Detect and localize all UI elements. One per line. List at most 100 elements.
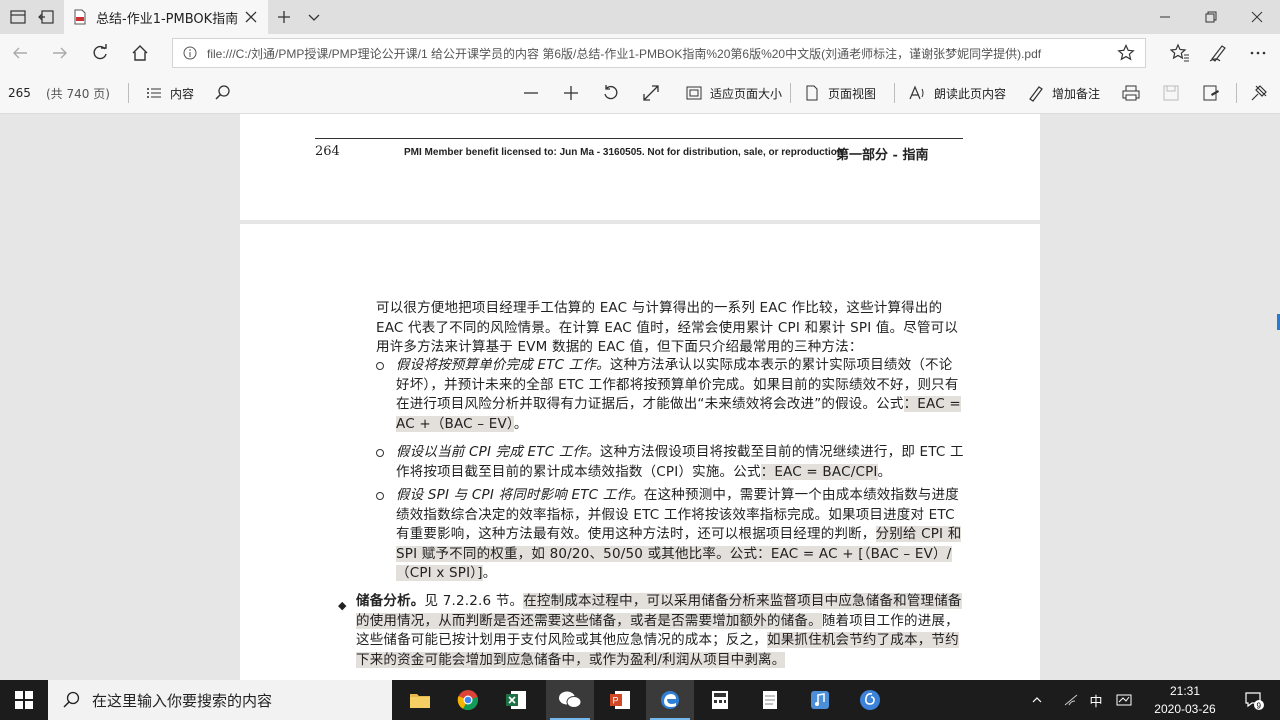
page-view-icon <box>802 83 822 103</box>
bullet-item-budget-rate: 假设将按预算单价完成 ETC 工作。这种方法承认以实际成本表示的累计实际项目绩效… <box>376 356 964 434</box>
bullet-item-spi-cpi: 假设 SPI 与 CPI 将同时影响 ETC 工作。在这种预测中，需要计算一个由… <box>376 486 964 584</box>
fit-page-icon <box>684 83 704 103</box>
page-number-input[interactable]: 265 <box>8 72 31 114</box>
divider <box>128 83 129 103</box>
taskbar: 在这里输入你要搜索的内容 P 中 21:31 2020-03-26 9 <box>0 680 1280 720</box>
edge-icon[interactable] <box>646 680 694 720</box>
title-bar: 总结-作业1-PMBOK指南 <box>0 0 1280 34</box>
pdf-page-current: 可以很方便地把项目经理手工估算的 EAC 与计算得出的一系列 EAC 作比较，这… <box>240 224 1040 680</box>
clock[interactable]: 21:31 2020-03-26 <box>1140 682 1230 718</box>
reserve-ref: 见 7.2.2.6 节。 <box>424 593 524 609</box>
zoom-out-icon[interactable] <box>522 72 540 114</box>
close-window-button[interactable] <box>1234 0 1280 34</box>
bullet-heading: 假设 SPI 与 CPI 将同时影响 ETC 工作。 <box>396 487 644 503</box>
network-icon[interactable] <box>1060 680 1082 720</box>
pdf-viewer[interactable]: 264 PMI Member benefit licensed to: Jun … <box>0 114 1280 680</box>
contents-button[interactable]: 内容 <box>144 72 194 114</box>
forward-icon[interactable] <box>48 41 72 65</box>
read-aloud-label: 朗读此页内容 <box>934 86 1007 101</box>
home-icon[interactable] <box>128 41 152 65</box>
list-icon <box>144 83 164 103</box>
address-bar: file:///C:/刘通/PMP授课/PMP理论公开课/1 给公开课学员的内容… <box>0 34 1280 72</box>
contents-label: 内容 <box>170 86 195 101</box>
part-title: 第一部分 - 指南 <box>836 148 929 163</box>
calculator-icon[interactable] <box>696 680 744 720</box>
bullet-end: 。 <box>482 565 497 581</box>
page-view-label: 页面视图 <box>828 86 877 101</box>
notifications-icon[interactable]: 9 <box>1234 680 1274 720</box>
refresh-icon[interactable] <box>88 41 112 65</box>
pdf-toolbar: 265 (共 740 页) 内容 适应页面大小 页面视图 朗读此页内容 增加备注 <box>0 72 1280 114</box>
formula-highlight: ：EAC = BAC/CPI <box>760 463 878 480</box>
bullet-circle-icon <box>376 449 384 457</box>
pdf-reader-icon[interactable]: P <box>596 680 644 720</box>
reserve-analysis-item: ◆ 储备分析。见 7.2.2.6 节。在控制成本过程中，可以采用储备分析来监督项… <box>338 592 964 670</box>
diamond-bullet-icon: ◆ <box>338 599 347 612</box>
tab-preview-chevron-icon[interactable] <box>304 7 324 27</box>
back-icon[interactable] <box>8 41 32 65</box>
ime-indicator[interactable]: 中 <box>1084 680 1108 720</box>
favorite-star-icon[interactable] <box>1117 44 1135 62</box>
bullet-circle-icon <box>376 362 384 370</box>
search-placeholder: 在这里输入你要搜索的内容 <box>92 691 273 710</box>
pen-icon <box>1026 83 1046 103</box>
read-aloud-icon <box>908 83 928 103</box>
bullet-item-current-cpi: 假设以当前 CPI 完成 ETC 工作。这种方法假设项目将按截至目前的情况继续进… <box>376 443 964 482</box>
search-icon[interactable] <box>214 72 232 114</box>
header-rule <box>315 138 963 139</box>
file-explorer-icon[interactable] <box>396 680 444 720</box>
save-as-icon[interactable] <box>1202 72 1220 114</box>
action-center-app-icon[interactable] <box>1112 680 1136 720</box>
music-app-icon[interactable] <box>796 680 844 720</box>
fullscreen-icon[interactable] <box>642 72 660 114</box>
bullet-heading: 假设以当前 CPI 完成 ETC 工作。 <box>396 444 600 460</box>
add-note-button[interactable]: 增加备注 <box>1026 72 1100 114</box>
show-hidden-icons-icon[interactable] <box>1026 680 1048 720</box>
clock-date: 2020-03-26 <box>1154 702 1216 716</box>
set-tabs-aside-icon[interactable] <box>36 7 56 27</box>
taskbar-search[interactable]: 在这里输入你要搜索的内容 <box>48 680 392 720</box>
notepad-icon[interactable] <box>746 680 794 720</box>
chrome-icon[interactable] <box>444 680 492 720</box>
bullet-end: 。 <box>513 415 528 432</box>
search-icon <box>62 691 80 709</box>
print-icon[interactable] <box>1122 72 1140 114</box>
read-aloud-button[interactable]: 朗读此页内容 <box>908 72 1006 114</box>
save-icon[interactable] <box>1162 72 1180 114</box>
pen-notes-icon[interactable] <box>1206 41 1230 65</box>
new-tab-icon[interactable] <box>274 7 294 27</box>
excel-icon[interactable] <box>492 680 540 720</box>
page-view-button[interactable]: 页面视图 <box>802 72 876 114</box>
fit-page-button[interactable]: 适应页面大小 <box>684 72 782 114</box>
windows-start-icon[interactable] <box>0 680 48 720</box>
url-text: file:///C:/刘通/PMP授课/PMP理论公开课/1 给公开课学员的内容… <box>207 46 1042 61</box>
minimize-button[interactable] <box>1142 0 1188 34</box>
more-icon[interactable] <box>1246 41 1270 65</box>
total-pages: (共 740 页) <box>46 86 110 101</box>
tab-title: 总结-作业1-PMBOK指南 <box>96 11 239 27</box>
bullet-end: 。 <box>877 463 892 480</box>
netease-music-icon[interactable] <box>846 680 894 720</box>
license-notice: PMI Member benefit licensed to: Jun Ma -… <box>404 147 846 158</box>
wechat-icon[interactable] <box>546 680 594 720</box>
svg-text:P: P <box>613 696 619 706</box>
tab-pdf[interactable]: 总结-作业1-PMBOK指南 <box>64 0 268 34</box>
url-field[interactable]: file:///C:/刘通/PMP授课/PMP理论公开课/1 给公开课学员的内容… <box>172 38 1146 68</box>
fit-page-label: 适应页面大小 <box>710 86 783 101</box>
close-tab-icon[interactable] <box>244 10 258 24</box>
divider <box>1236 83 1237 103</box>
rotate-icon[interactable] <box>602 72 620 114</box>
pin-toolbar-icon[interactable] <box>1250 72 1268 114</box>
reserve-title: 储备分析。 <box>356 593 425 609</box>
restore-button[interactable] <box>1188 0 1234 34</box>
divider <box>790 83 791 103</box>
bullet-heading: 假设将按预算单价完成 ETC 工作。 <box>396 357 610 373</box>
info-icon[interactable] <box>183 46 197 60</box>
zoom-in-icon[interactable] <box>562 72 580 114</box>
page-number-label: 264 <box>315 144 340 159</box>
divider <box>894 83 895 103</box>
bullet-circle-icon <box>376 492 384 500</box>
tab-actions-icon[interactable] <box>8 7 28 27</box>
favorites-hub-icon[interactable] <box>1168 41 1192 65</box>
current-page[interactable]: 265 <box>8 86 31 100</box>
